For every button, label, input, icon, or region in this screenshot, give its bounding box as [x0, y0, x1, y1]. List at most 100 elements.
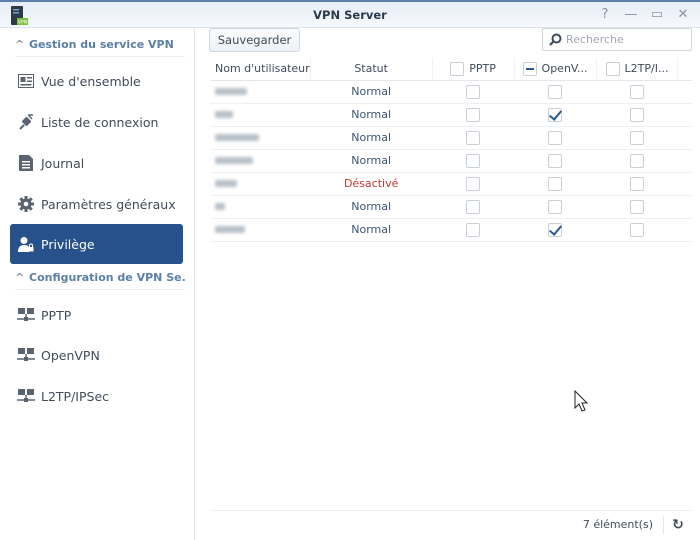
table-row[interactable]: Normal: [210, 126, 692, 150]
l2tp-cell: [596, 103, 678, 127]
spacer-cell: [677, 103, 692, 127]
select-all-pptp-checkbox[interactable]: [450, 61, 465, 76]
maximize-button[interactable]: ▭: [649, 7, 665, 23]
l2tp-cell: [596, 126, 678, 150]
pptp-checkbox[interactable]: [466, 153, 481, 168]
search-input[interactable]: [566, 33, 681, 46]
minimize-button[interactable]: —: [623, 7, 639, 23]
blurred-username: [215, 226, 245, 233]
blurred-username: [215, 134, 259, 141]
pptp-checkbox[interactable]: [466, 222, 481, 237]
sidebar-item-label: L2TP/IPSec: [41, 388, 110, 404]
pptp-checkbox[interactable]: [466, 199, 481, 214]
gear-icon: [17, 195, 35, 213]
table-row[interactable]: Normal: [210, 80, 692, 104]
sidebar-item-log[interactable]: Journal: [10, 143, 183, 183]
sidebar-item-privilege[interactable]: Privilège: [10, 224, 183, 264]
status-cell: Normal: [310, 195, 433, 219]
column-pptp[interactable]: PPTP: [432, 58, 515, 81]
column-username[interactable]: Nom d'utilisateur: [210, 58, 311, 81]
username-cell: [210, 172, 311, 196]
username-cell: [210, 80, 311, 104]
status-cell: Normal: [310, 126, 433, 150]
pptp-cell: [432, 149, 515, 173]
openvpn-cell: [514, 149, 597, 173]
log-icon: [17, 154, 35, 172]
section-label: Gestion du service VPN: [29, 38, 174, 51]
select-all-l2tp-checkbox[interactable]: [605, 61, 620, 76]
sidebar-item-openvpn[interactable]: OpenVPN: [10, 335, 183, 375]
l2tp-checkbox[interactable]: [630, 199, 644, 214]
sidebar-item-overview[interactable]: Vue d'ensemble: [10, 61, 183, 101]
openvpn-checkbox[interactable]: [548, 107, 563, 122]
sidebar-item-label: PPTP: [41, 307, 72, 323]
column-spacer: [677, 58, 692, 81]
user-lock-icon: [17, 235, 35, 253]
table-row[interactable]: Normal: [210, 149, 692, 173]
column-l2tp[interactable]: L2TP/I...: [596, 58, 679, 81]
l2tp-checkbox[interactable]: [630, 84, 644, 99]
openvpn-checkbox[interactable]: [548, 176, 563, 191]
network-icon: [17, 387, 35, 405]
column-openvpn[interactable]: OpenV...: [514, 58, 597, 81]
pptp-cell: [432, 126, 515, 150]
mouse-cursor-icon: [574, 390, 589, 412]
openvpn-checkbox[interactable]: [548, 153, 563, 168]
refresh-icon[interactable]: ↻: [664, 517, 692, 533]
table-row[interactable]: Désactivé: [210, 172, 692, 196]
table-row[interactable]: Normal: [210, 195, 692, 219]
sidebar-item-label: Privilège: [41, 236, 95, 252]
l2tp-cell: [596, 172, 678, 196]
title-bar: VPN VPN Server ? — ▭ ✕: [0, 0, 700, 28]
chevron-up-icon: ^: [15, 271, 25, 284]
pptp-checkbox[interactable]: [466, 84, 481, 99]
pptp-checkbox[interactable]: [466, 130, 481, 145]
username-cell: [210, 126, 311, 150]
spacer-cell: [677, 195, 692, 219]
column-status[interactable]: Statut: [310, 58, 433, 81]
table-footer: 7 élément(s) ↻: [210, 510, 692, 538]
sidebar-item-label: Liste de connexion: [41, 114, 159, 130]
l2tp-checkbox[interactable]: [630, 107, 644, 122]
username-cell: [210, 195, 311, 219]
openvpn-cell: [514, 172, 597, 196]
openvpn-checkbox[interactable]: [548, 199, 563, 214]
blurred-username: [215, 203, 225, 210]
l2tp-checkbox[interactable]: [630, 130, 644, 145]
search-box[interactable]: [542, 28, 692, 51]
section-service-management[interactable]: ^ Gestion du service VPN: [15, 35, 185, 57]
sidebar-item-pptp[interactable]: PPTP: [10, 295, 183, 335]
openvpn-checkbox[interactable]: [548, 84, 563, 99]
openvpn-checkbox[interactable]: [548, 130, 563, 145]
help-button[interactable]: ?: [597, 7, 613, 23]
sidebar-item-connection-list[interactable]: Liste de connexion: [10, 102, 183, 142]
item-count: 7 élément(s): [583, 515, 664, 534]
username-cell: [210, 218, 311, 242]
pptp-cell: [432, 218, 515, 242]
spacer-cell: [677, 149, 692, 173]
select-all-openvpn-checkbox[interactable]: [522, 61, 537, 76]
blurred-username: [215, 180, 237, 187]
pptp-checkbox[interactable]: [466, 176, 481, 191]
column-label: OpenV...: [541, 61, 588, 75]
window-title: VPN Server: [313, 8, 387, 22]
l2tp-cell: [596, 218, 678, 242]
l2tp-checkbox[interactable]: [630, 222, 644, 237]
openvpn-checkbox[interactable]: [548, 222, 563, 237]
pptp-checkbox[interactable]: [466, 107, 481, 122]
sidebar-item-general-settings[interactable]: Paramètres généraux: [10, 184, 183, 224]
network-icon: [17, 306, 35, 324]
close-button[interactable]: ✕: [675, 7, 691, 23]
status-cell: Normal: [310, 149, 433, 173]
l2tp-checkbox[interactable]: [630, 153, 644, 168]
l2tp-checkbox[interactable]: [630, 176, 644, 191]
sidebar-item-l2tp-ipsec[interactable]: L2TP/IPSec: [10, 376, 183, 416]
section-vpn-configuration[interactable]: ^ Configuration de VPN Se...: [15, 268, 185, 290]
l2tp-cell: [596, 149, 678, 173]
table-row[interactable]: Normal: [210, 218, 692, 242]
table-row[interactable]: Normal: [210, 103, 692, 127]
sidebar-item-label: Journal: [41, 155, 85, 171]
blurred-username: [215, 157, 253, 164]
save-button[interactable]: Sauvegarder: [209, 28, 300, 52]
sidebar-item-label: OpenVPN: [41, 347, 100, 363]
